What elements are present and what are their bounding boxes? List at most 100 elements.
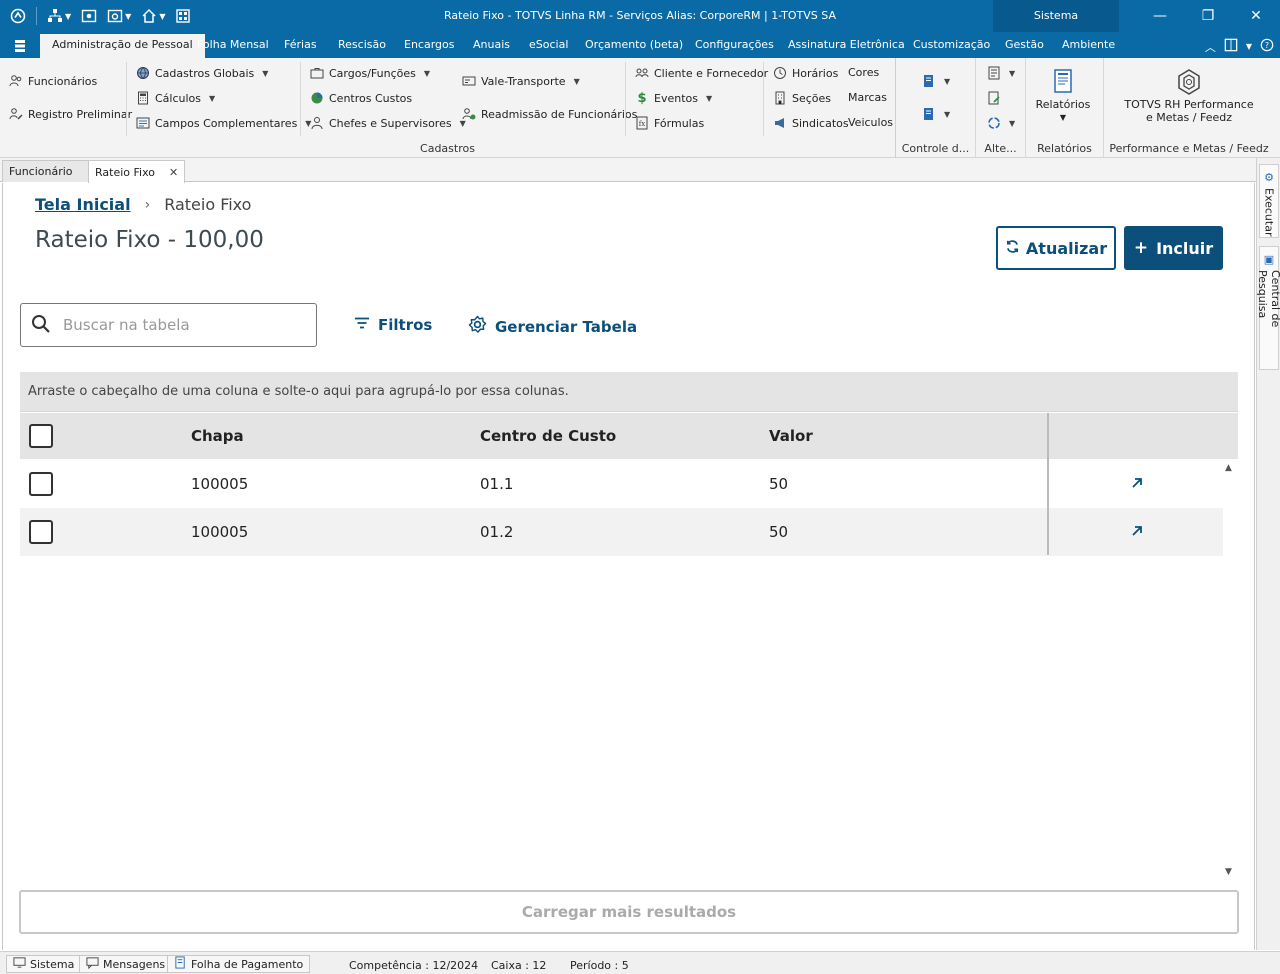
status-bar: Sistema Mensagens Folha de Pagamento Com… bbox=[0, 951, 1280, 974]
status-periodo: Período : 5 bbox=[570, 959, 629, 972]
status-caixa: Caixa : 12 bbox=[491, 959, 547, 972]
row-checkbox[interactable] bbox=[29, 472, 53, 496]
table-search bbox=[20, 303, 317, 347]
totvs-logo-icon[interactable] bbox=[8, 6, 28, 26]
close-button[interactable]: ✕ bbox=[1232, 0, 1280, 32]
view-icon[interactable] bbox=[79, 6, 99, 26]
window-controls: — ❐ ✕ bbox=[1136, 0, 1280, 32]
minimize-button[interactable]: — bbox=[1136, 0, 1184, 32]
tab-orcamento[interactable]: Orçamento (beta) bbox=[573, 32, 695, 58]
chevron-right-icon: › bbox=[144, 196, 151, 213]
home-icon[interactable]: ▼ bbox=[139, 6, 167, 26]
manage-table-button[interactable]: Gerenciar Tabela bbox=[468, 315, 637, 338]
doc-tab-rateio-fixo[interactable]: Rateio Fixo ✕ bbox=[88, 160, 186, 183]
select-all-checkbox[interactable] bbox=[29, 424, 53, 448]
table-row[interactable]: 100005 01.1 50 bbox=[20, 460, 1223, 508]
status-mensagens[interactable]: Mensagens bbox=[79, 955, 173, 973]
separator bbox=[36, 7, 37, 25]
cell-valor: 50 bbox=[769, 523, 789, 541]
column-divider[interactable] bbox=[1047, 413, 1049, 555]
plus-icon: + bbox=[1133, 238, 1149, 258]
layout-icon[interactable] bbox=[1224, 38, 1238, 55]
help-icon[interactable]: ? bbox=[1260, 38, 1274, 55]
chevron-down-icon[interactable]: ▼ bbox=[1246, 42, 1252, 51]
main-content: Tela Inicial › Rateio Fixo Rateio Fixo -… bbox=[2, 183, 1255, 950]
column-header-valor[interactable]: Valor bbox=[769, 413, 813, 459]
group-performance: Performance e Metas / Feedz bbox=[1109, 142, 1269, 155]
chevron-down-icon: ▼ bbox=[159, 11, 166, 21]
org-chart-icon[interactable]: ▼ bbox=[45, 6, 73, 26]
tab-configuracoes[interactable]: Configurações bbox=[683, 32, 786, 58]
gear-icon bbox=[468, 315, 487, 338]
column-header-centro-custo[interactable]: Centro de Custo bbox=[480, 413, 616, 459]
add-button[interactable]: + Incluir bbox=[1124, 226, 1223, 270]
group-cadastros: Cadastros bbox=[0, 58, 896, 158]
gear-icon: ⚙ bbox=[1262, 171, 1276, 184]
column-header-chapa[interactable]: Chapa bbox=[191, 413, 244, 459]
app-menu-icon[interactable] bbox=[12, 38, 28, 54]
ribbon-tabs: Administração de Pessoal Folha Mensal Fé… bbox=[0, 32, 1280, 58]
status-competencia: Competência : 12/2024 bbox=[349, 959, 479, 972]
window-settings-icon[interactable]: ▼ bbox=[105, 6, 133, 26]
refresh-button[interactable]: Atualizar bbox=[996, 226, 1116, 270]
window-title: Rateio Fixo - TOTVS Linha RM - Serviços … bbox=[444, 9, 836, 22]
close-icon[interactable]: ✕ bbox=[169, 166, 178, 179]
tab-folha-mensal[interactable]: Folha Mensal bbox=[185, 32, 281, 58]
cell-centro-custo: 01.2 bbox=[480, 523, 514, 541]
open-external-icon[interactable] bbox=[1130, 524, 1144, 538]
load-more-button[interactable]: Carregar mais resultados bbox=[19, 890, 1239, 934]
search-icon bbox=[31, 314, 51, 337]
side-tab-executar[interactable]: ⚙ Executar bbox=[1259, 164, 1279, 238]
refresh-icon bbox=[1005, 239, 1020, 258]
tab-administracao-pessoal[interactable]: Administração de Pessoal bbox=[40, 34, 205, 58]
restore-button[interactable]: ❐ bbox=[1184, 0, 1232, 32]
status-folha-pagamento[interactable]: Folha de Pagamento bbox=[167, 955, 311, 973]
scroll-down-icon[interactable]: ▼ bbox=[1225, 867, 1232, 877]
ribbon-panel: Funcionários Registro Preliminar Cadastr… bbox=[0, 58, 1280, 158]
group-alte: Alte... bbox=[976, 58, 1026, 158]
table-row[interactable]: 100005 01.2 50 bbox=[20, 508, 1223, 556]
table-header: Chapa Centro de Custo Valor bbox=[20, 413, 1238, 459]
breadcrumb-home-link[interactable]: Tela Inicial bbox=[35, 195, 131, 214]
group-by-drop-zone[interactable]: Arraste o cabeçalho de uma coluna e solt… bbox=[20, 372, 1238, 412]
tab-encargos[interactable]: Encargos bbox=[392, 32, 466, 58]
tab-customizacao[interactable]: Customização bbox=[901, 32, 1002, 58]
quick-access-toolbar: ▼ ▼ ▼ bbox=[8, 6, 193, 26]
tab-esocial[interactable]: eSocial bbox=[517, 32, 580, 58]
search-document-icon: ▣ bbox=[1262, 253, 1276, 266]
tab-ferias[interactable]: Férias bbox=[272, 32, 329, 58]
cell-chapa: 100005 bbox=[191, 523, 249, 541]
breadcrumb: Tela Inicial › Rateio Fixo bbox=[35, 195, 251, 214]
filter-icon bbox=[354, 315, 370, 335]
page-title: Rateio Fixo - 100,00 bbox=[35, 227, 264, 253]
scroll-up-icon[interactable]: ▲ bbox=[1225, 463, 1232, 473]
open-external-icon[interactable] bbox=[1130, 476, 1144, 490]
tab-anuais[interactable]: Anuais bbox=[461, 32, 522, 58]
breadcrumb-current: Rateio Fixo bbox=[164, 195, 252, 214]
svg-text:?: ? bbox=[1265, 41, 1269, 50]
group-relatorios: Relatórios bbox=[1026, 58, 1104, 158]
ribbon-options: ︿ ▼ ? bbox=[1205, 38, 1274, 55]
tab-gestao[interactable]: Gestão bbox=[993, 32, 1056, 58]
monitor-icon bbox=[13, 956, 26, 972]
sistema-label[interactable]: Sistema bbox=[993, 9, 1119, 22]
row-checkbox[interactable] bbox=[29, 520, 53, 544]
side-panel: ⚙ Executar ▣ Central de Pesquisa bbox=[1256, 158, 1280, 950]
tab-ambiente[interactable]: Ambiente bbox=[1050, 32, 1127, 58]
chevron-down-icon: ▼ bbox=[125, 11, 132, 21]
cell-chapa: 100005 bbox=[191, 475, 249, 493]
filters-button[interactable]: Filtros bbox=[354, 315, 432, 335]
cell-centro-custo: 01.1 bbox=[480, 475, 514, 493]
payroll-icon bbox=[174, 956, 187, 972]
chevron-down-icon: ▼ bbox=[65, 11, 72, 21]
search-input[interactable] bbox=[63, 316, 303, 334]
cell-valor: 50 bbox=[769, 475, 789, 493]
tab-rescisao[interactable]: Rescisão bbox=[326, 32, 398, 58]
group-controle: Controle d... bbox=[896, 58, 976, 158]
dashboard-icon[interactable] bbox=[173, 6, 193, 26]
status-sistema[interactable]: Sistema bbox=[6, 955, 82, 973]
tab-assinatura-eletronica[interactable]: Assinatura Eletrônica bbox=[776, 32, 917, 58]
side-tab-central-pesquisa[interactable]: ▣ Central de Pesquisa bbox=[1256, 246, 1280, 370]
message-icon bbox=[86, 956, 99, 972]
collapse-ribbon-icon[interactable]: ︿ bbox=[1205, 39, 1216, 55]
